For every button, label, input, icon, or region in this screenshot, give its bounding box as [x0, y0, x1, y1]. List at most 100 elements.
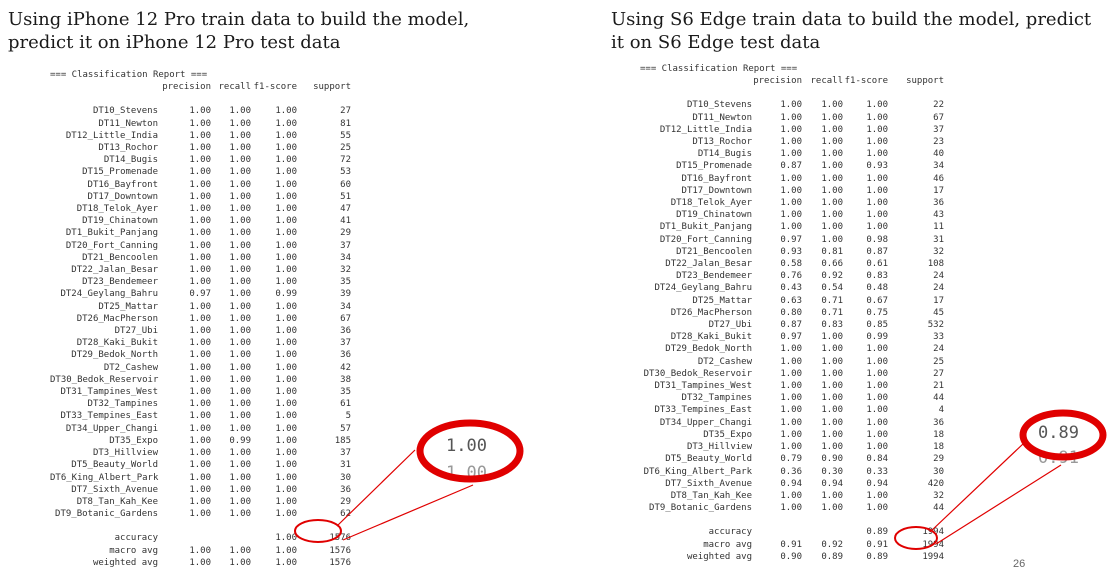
- report-cell: 37: [340, 448, 351, 459]
- report-cell: 1.00: [275, 387, 297, 398]
- report-row: DT19_Chinatown 1.00 1.00 1.00 43: [640, 209, 944, 221]
- report-heading: === Classification Report ===: [50, 70, 208, 80]
- report-cell: DT24_Geylang_Bahru: [60, 289, 158, 300]
- report-cell: 1.00: [275, 374, 297, 385]
- report-cell: 1.00: [821, 234, 843, 245]
- report-cell: 37: [933, 124, 944, 135]
- summary-cell: accuracy: [114, 533, 158, 544]
- report-cell: DT35_Expo: [109, 435, 158, 446]
- report-row: DT26_MacPherson 0.80 0.71 0.75 45: [640, 307, 944, 319]
- report-cell: 1.00: [275, 155, 297, 166]
- report-cell: DT16_Bayfront: [87, 179, 158, 190]
- summary-cell: 1.00: [189, 545, 211, 556]
- report-cell: 1.00: [780, 429, 802, 440]
- report-cell: 1.00: [189, 435, 211, 446]
- report-cell: DT11_Newton: [692, 112, 752, 123]
- summary-cell: 1576: [329, 533, 351, 544]
- report-cell: 24: [933, 271, 944, 282]
- report-cell: 1.00: [275, 460, 297, 471]
- report-cell: 37: [340, 240, 351, 251]
- report-cell: DT21_Bencoolen: [676, 246, 752, 257]
- report-cell: 1.00: [189, 155, 211, 166]
- report-cell: DT23_Bendemeer: [82, 277, 158, 288]
- report-cell: 44: [933, 393, 944, 404]
- report-cell: DT7_Sixth_Avenue: [665, 478, 752, 489]
- report-cell: 1.00: [821, 185, 843, 196]
- report-cell: 0.85: [866, 320, 888, 331]
- report-cell: DT12_Little_India: [659, 124, 752, 135]
- report-cell: 0.97: [780, 332, 802, 343]
- report-cell: 55: [340, 130, 351, 141]
- report-cell: DT28_Kaki_Bukit: [76, 338, 158, 349]
- report-cell: 0.43: [780, 283, 802, 294]
- report-cell: 1.00: [866, 185, 888, 196]
- report-spacer: [50, 93, 351, 105]
- report-spacer: [640, 514, 944, 526]
- report-cell: 4: [938, 405, 944, 416]
- report-cell: 27: [933, 368, 944, 379]
- summary-cell: 1994: [922, 527, 944, 538]
- report-cell: 0.54: [821, 283, 843, 294]
- report-row: DT27_Ubi 0.87 0.83 0.85 532: [640, 319, 944, 331]
- report-cell: 1.00: [189, 374, 211, 385]
- report-cell: DT34_Upper_Changi: [65, 423, 158, 434]
- report-cell: 1.00: [189, 472, 211, 483]
- report-cell: 0.94: [780, 478, 802, 489]
- report-cell: DT33_Tempines_East: [654, 405, 752, 416]
- report-cell: 51: [340, 191, 351, 202]
- report-cell: 1.00: [866, 381, 888, 392]
- report-cell: 1.00: [275, 484, 297, 495]
- report-cell: 1.00: [866, 356, 888, 367]
- report-row: DT28_Kaki_Bukit 1.00 1.00 1.00 37: [50, 337, 351, 349]
- report-cell: 1.00: [780, 442, 802, 453]
- report-cell: 1.00: [780, 222, 802, 233]
- report-cell: 1.00: [189, 191, 211, 202]
- report-row: DT12_Little_India 1.00 1.00 1.00 37: [640, 124, 944, 136]
- report-row: DT11_Newton 1.00 1.00 1.00 81: [50, 118, 351, 130]
- summary-cell: 0.89: [866, 551, 888, 562]
- report-cell: 1.00: [821, 161, 843, 172]
- report-cell: 47: [340, 204, 351, 215]
- report-cell: DT30_Bedok_Reservoir: [50, 374, 159, 385]
- report-cell: 21: [933, 381, 944, 392]
- title-right-line-1: Using S6 Edge train data to build the mo…: [611, 9, 1092, 30]
- zoom-value-left-2: 1.00: [446, 463, 487, 483]
- report-cell: 1.00: [780, 137, 802, 148]
- report-cell: 1.00: [821, 112, 843, 123]
- report-row: DT11_Newton 1.00 1.00 1.00 67: [640, 112, 944, 124]
- summary-cell: 0.91: [780, 539, 802, 550]
- report-cell: 1.00: [189, 399, 211, 410]
- report-cell: 1.00: [275, 326, 297, 337]
- report-cell: 0.93: [866, 161, 888, 172]
- report-cell: 0.98: [866, 234, 888, 245]
- report-column-header: precision recall f1-score support: [640, 75, 944, 87]
- report-cell: 1.00: [821, 332, 843, 343]
- report-cell: DT29_Bedok_North: [71, 350, 158, 361]
- report-cell: 420: [927, 478, 944, 489]
- report-row: DT20_Fort_Canning 0.97 1.00 0.98 31: [640, 234, 944, 246]
- summary-cell: macro avg: [703, 539, 752, 550]
- report-cell: 1.00: [275, 191, 297, 202]
- report-cell: DT27_Ubi: [114, 326, 158, 337]
- report-cell: 1.00: [229, 338, 251, 349]
- summary-cell: 0.91: [866, 539, 888, 550]
- report-cell: 1.00: [866, 393, 888, 404]
- report-cell: 0.63: [780, 295, 802, 306]
- report-cell: DT17_Downtown: [681, 185, 752, 196]
- report-cell: 1.00: [229, 216, 251, 227]
- report-cell: DT25_Mattar: [98, 301, 158, 312]
- report-summary-row: macro avg 0.91 0.92 0.91 1994: [640, 539, 944, 551]
- report-row: DT14_Bugis 1.00 1.00 1.00 72: [50, 154, 351, 166]
- summary-cell: [752, 526, 802, 538]
- report-row: DT9_Botanic_Gardens 1.00 1.00 1.00 44: [640, 502, 944, 514]
- report-cell: 1.00: [275, 411, 297, 422]
- report-cell: 1.00: [275, 509, 297, 520]
- report-row: DT33_Tempines_East 1.00 1.00 1.00 4: [640, 404, 944, 416]
- report-cell: DT30_Bedok_Reservoir: [643, 368, 752, 379]
- report-row: DT6_King_Albert_Park 1.00 1.00 1.00 30: [50, 472, 351, 484]
- report-row: DT14_Bugis 1.00 1.00 1.00 40: [640, 148, 944, 160]
- report-cell: 1.00: [780, 100, 802, 111]
- report-row: DT8_Tan_Kah_Kee 1.00 1.00 1.00 32: [640, 490, 944, 502]
- report-cell: 1.00: [229, 289, 251, 300]
- summary-cell: 1.00: [229, 545, 251, 556]
